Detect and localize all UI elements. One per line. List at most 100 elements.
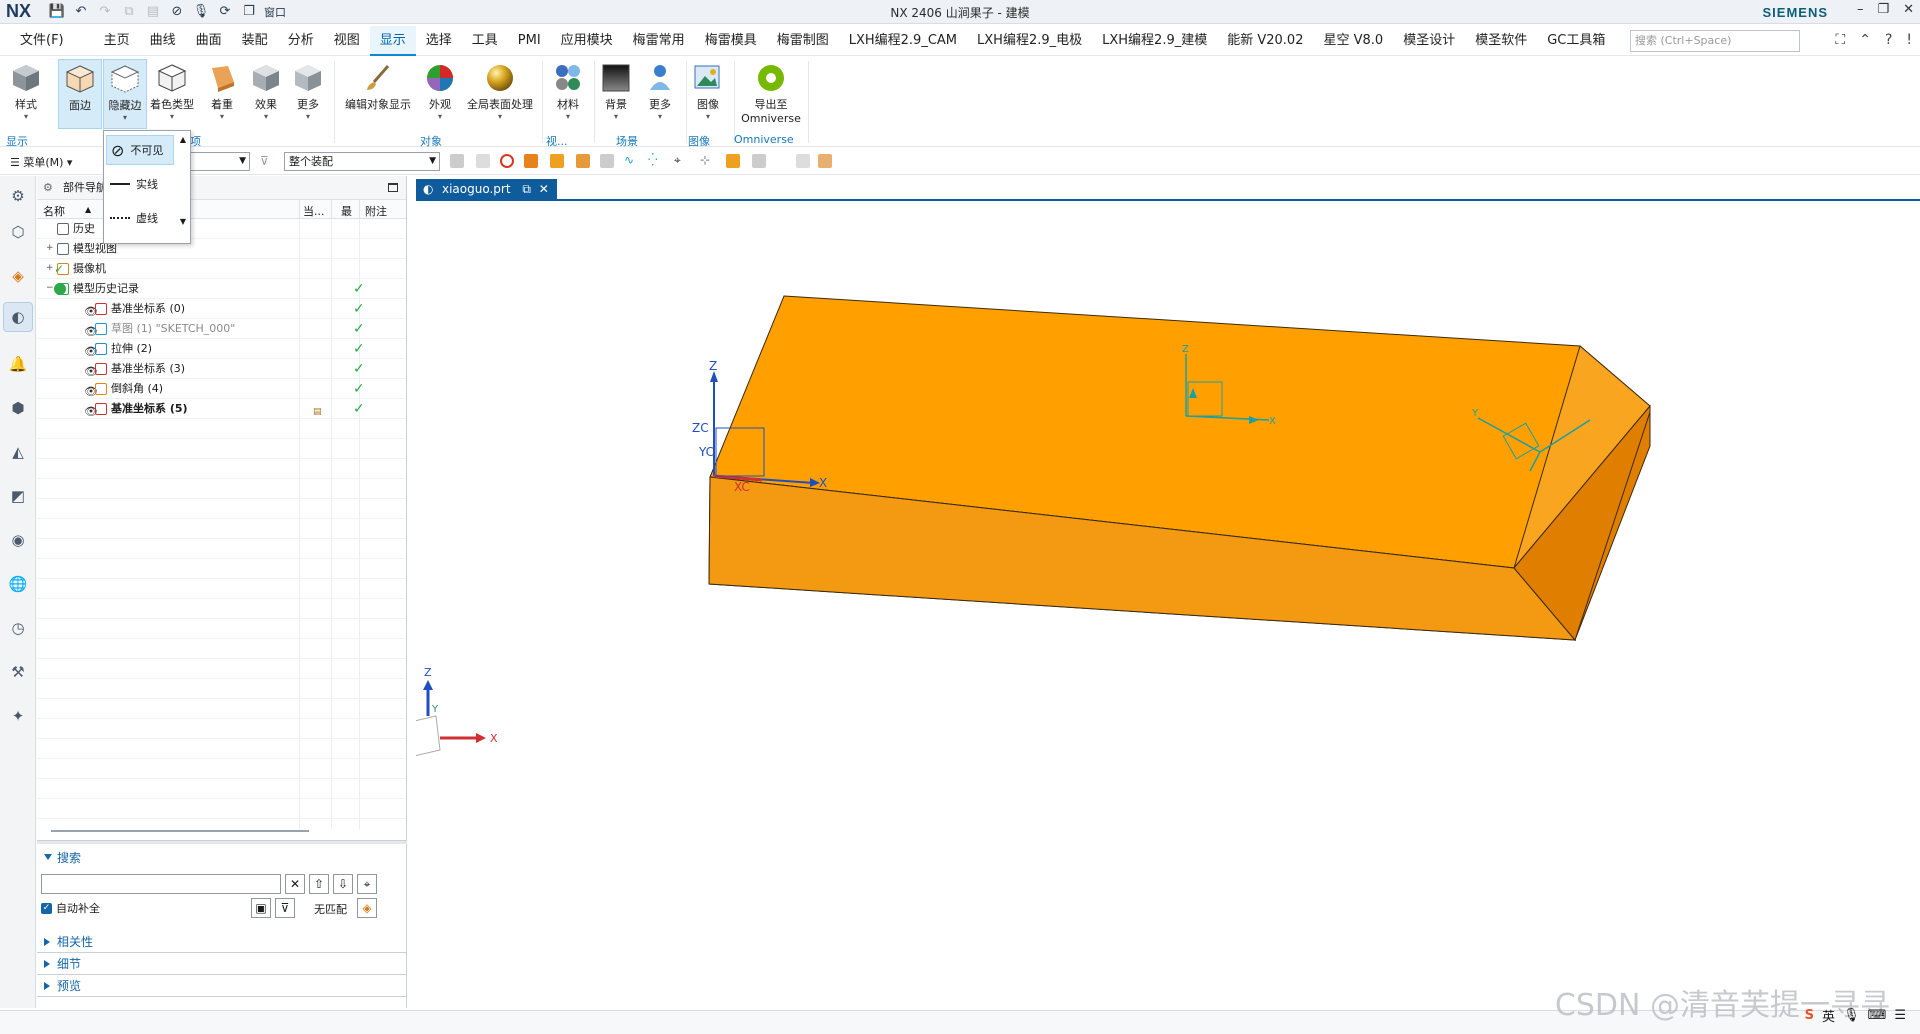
search-scope-button[interactable]: ▣ [251, 898, 271, 918]
stop-icon[interactable]: ⊘ [168, 4, 186, 19]
option-invisible[interactable]: ⊘ 不可见 [106, 135, 174, 165]
menu-item[interactable]: PMI [508, 26, 551, 56]
dependencies-section[interactable]: 相关性 [37, 932, 407, 953]
tree-row[interactable]: 👁 基准坐标系 (3) ✓ [37, 359, 406, 379]
body-select-icon[interactable] [524, 154, 538, 168]
group-scene[interactable]: 场景 [616, 133, 638, 149]
tools-icon[interactable]: ⚒ [6, 660, 30, 684]
effects-button[interactable]: 效果 ▾ [244, 59, 288, 129]
quick-pick-icon[interactable] [752, 154, 766, 168]
menu-item[interactable]: 梅雷制图 [767, 26, 839, 56]
alert-icon[interactable]: ! [1906, 32, 1912, 48]
tree-row[interactable]: 历史 [37, 219, 406, 239]
menu-item[interactable]: 应用模块 [551, 26, 623, 56]
global-surface-finish-button[interactable]: 全局表面处理 ▾ [466, 59, 534, 129]
find-options-button[interactable]: ⌖ [357, 874, 377, 894]
maximize-icon[interactable] [388, 183, 398, 192]
save-icon[interactable]: 💾 [48, 4, 66, 19]
match-options-button[interactable]: ◈ [357, 898, 377, 918]
snap-point-icon[interactable] [476, 154, 490, 168]
menu-item[interactable]: 模圣设计 [1393, 26, 1465, 56]
option-solid[interactable]: 实线 [106, 169, 174, 199]
window-menu[interactable]: 窗口 [264, 4, 286, 20]
details-section[interactable]: 细节 [37, 954, 407, 975]
face-select-icon[interactable] [550, 154, 564, 168]
col-latest[interactable]: 最 [341, 203, 352, 219]
tree-row[interactable]: 👁 拉伸 (2) ✓ [37, 339, 406, 359]
expand-toggle-icon[interactable]: + [46, 244, 54, 253]
emphasis-button[interactable]: 着重 ▾ [200, 59, 244, 129]
sort-up-icon[interactable]: ▲ [85, 205, 91, 214]
style-button[interactable]: 样式 ▾ [4, 59, 48, 129]
menu-item[interactable]: 视图 [324, 26, 370, 56]
hd3d-tools-icon[interactable]: ◭ [6, 440, 30, 464]
menu-item[interactable]: LXH编程2.9_CAM [839, 26, 967, 56]
feature-select-icon[interactable] [576, 154, 590, 168]
menu-item[interactable]: LXH编程2.9_建模 [1092, 26, 1217, 56]
menu-item[interactable]: 能新 V20.02 [1217, 26, 1313, 56]
select-body-icon[interactable] [726, 154, 740, 168]
image-button[interactable]: 图像 ▾ [686, 59, 730, 129]
tree-row[interactable]: 👁 倒斜角 (4) ✓ [37, 379, 406, 399]
redo-icon[interactable]: ↷ [96, 4, 114, 19]
no-select-icon[interactable] [500, 154, 514, 168]
group-image[interactable]: 图像 [688, 133, 710, 149]
col-name[interactable]: 名称 [43, 203, 65, 219]
navigator-search-input[interactable] [41, 874, 281, 894]
edit-object-display-button[interactable]: 编辑对象显示 [345, 59, 411, 129]
horizontal-scrollbar[interactable] [51, 830, 309, 832]
selection-scope-select[interactable]: 整个装配 ▼ [284, 152, 440, 171]
menu-item[interactable]: LXH编程2.9_电极 [967, 26, 1092, 56]
search-section-title[interactable]: 搜索 [37, 848, 407, 868]
menu-item[interactable]: 星空 V8.0 [1313, 26, 1393, 56]
appearance-button[interactable]: 外观 ▾ [418, 59, 462, 129]
more-display-button[interactable]: 更多 ▾ [286, 59, 330, 129]
find-next-button[interactable]: ⇩ [333, 874, 353, 894]
settings-icon[interactable]: ⚙ [6, 184, 30, 208]
navigator-splitter[interactable] [37, 840, 407, 844]
web-browser-icon[interactable]: ◩ [6, 484, 30, 508]
graphics-window[interactable]: ◐ xiaoguo.prt ⧉ ✕ Z X ZC YC XC Z X Y Z X… [416, 176, 1920, 1008]
window-switch-icon[interactable]: ❐ [240, 4, 258, 19]
col-comment[interactable]: 附注 [365, 203, 387, 219]
collapse-ribbon-icon[interactable]: ⌃ [1859, 32, 1871, 48]
menu-item[interactable]: 显示 [369, 25, 416, 56]
background-button[interactable]: 背景 ▾ [594, 59, 638, 129]
menu-item[interactable]: GC工具箱 [1537, 26, 1615, 56]
tree-row[interactable]: 👁 草图 (1) "SKETCH_000" ✓ [37, 319, 406, 339]
help-icon[interactable]: ? [1885, 32, 1892, 48]
menu-item[interactable]: 选择 [416, 26, 462, 56]
face-edges-button[interactable]: 面边 [58, 59, 102, 129]
material-button[interactable]: 材料 ▾ [546, 59, 590, 129]
ime-tools-icon[interactable]: ☰ [1894, 1008, 1906, 1023]
microphone-icon[interactable]: 🎙 [192, 4, 210, 19]
csys-icon[interactable]: ⌖ [674, 153, 681, 168]
restore-icon[interactable]: ❐ [1877, 2, 1889, 17]
command-search-input[interactable]: 搜索 (Ctrl+Space) [1630, 30, 1800, 52]
group-objects[interactable]: 对象 [420, 133, 442, 149]
undo-icon[interactable]: ↶ [72, 4, 90, 19]
tree-row[interactable]: + ✓ 摄像机 [37, 259, 406, 279]
scroll-down-icon[interactable]: ▼ [180, 217, 186, 226]
ime-language[interactable]: 英 [1822, 1006, 1835, 1025]
menu-item[interactable]: 模圣软件 [1465, 26, 1537, 56]
type-filter-select[interactable]: ▼ [190, 152, 250, 171]
globe-icon[interactable]: 🌐 [6, 572, 30, 596]
tree-row[interactable]: + 模型视图 [37, 239, 406, 259]
reuse-library-icon[interactable]: ⬢ [6, 396, 30, 420]
minimize-icon[interactable]: – [1857, 2, 1864, 17]
filter-icon[interactable]: ⊽ [260, 154, 269, 168]
tree-row[interactable]: − 模型历史记录 ✓ [37, 279, 406, 299]
model-viewport[interactable]: Z X ZC YC XC Z X Y Z X Y [416, 176, 1920, 1008]
menu-item[interactable]: 曲面 [186, 26, 232, 56]
menu-item[interactable]: 梅雷常用 [623, 26, 695, 56]
close-icon[interactable]: ✕ [1903, 2, 1914, 17]
snap-end-icon[interactable]: ⊹ [700, 153, 710, 167]
menu-item[interactable]: 工具 [462, 26, 508, 56]
shading-type-button[interactable]: 着色类型 ▾ [150, 59, 194, 129]
col-current[interactable]: 当... [303, 203, 325, 219]
clear-search-button[interactable]: ✕ [285, 874, 305, 894]
hidden-edges-button[interactable]: 隐藏边 ▾ [103, 59, 147, 129]
curve-icon[interactable]: ∿ [624, 153, 634, 167]
ime-keyboard-icon[interactable]: ⌨ [1868, 1008, 1887, 1023]
